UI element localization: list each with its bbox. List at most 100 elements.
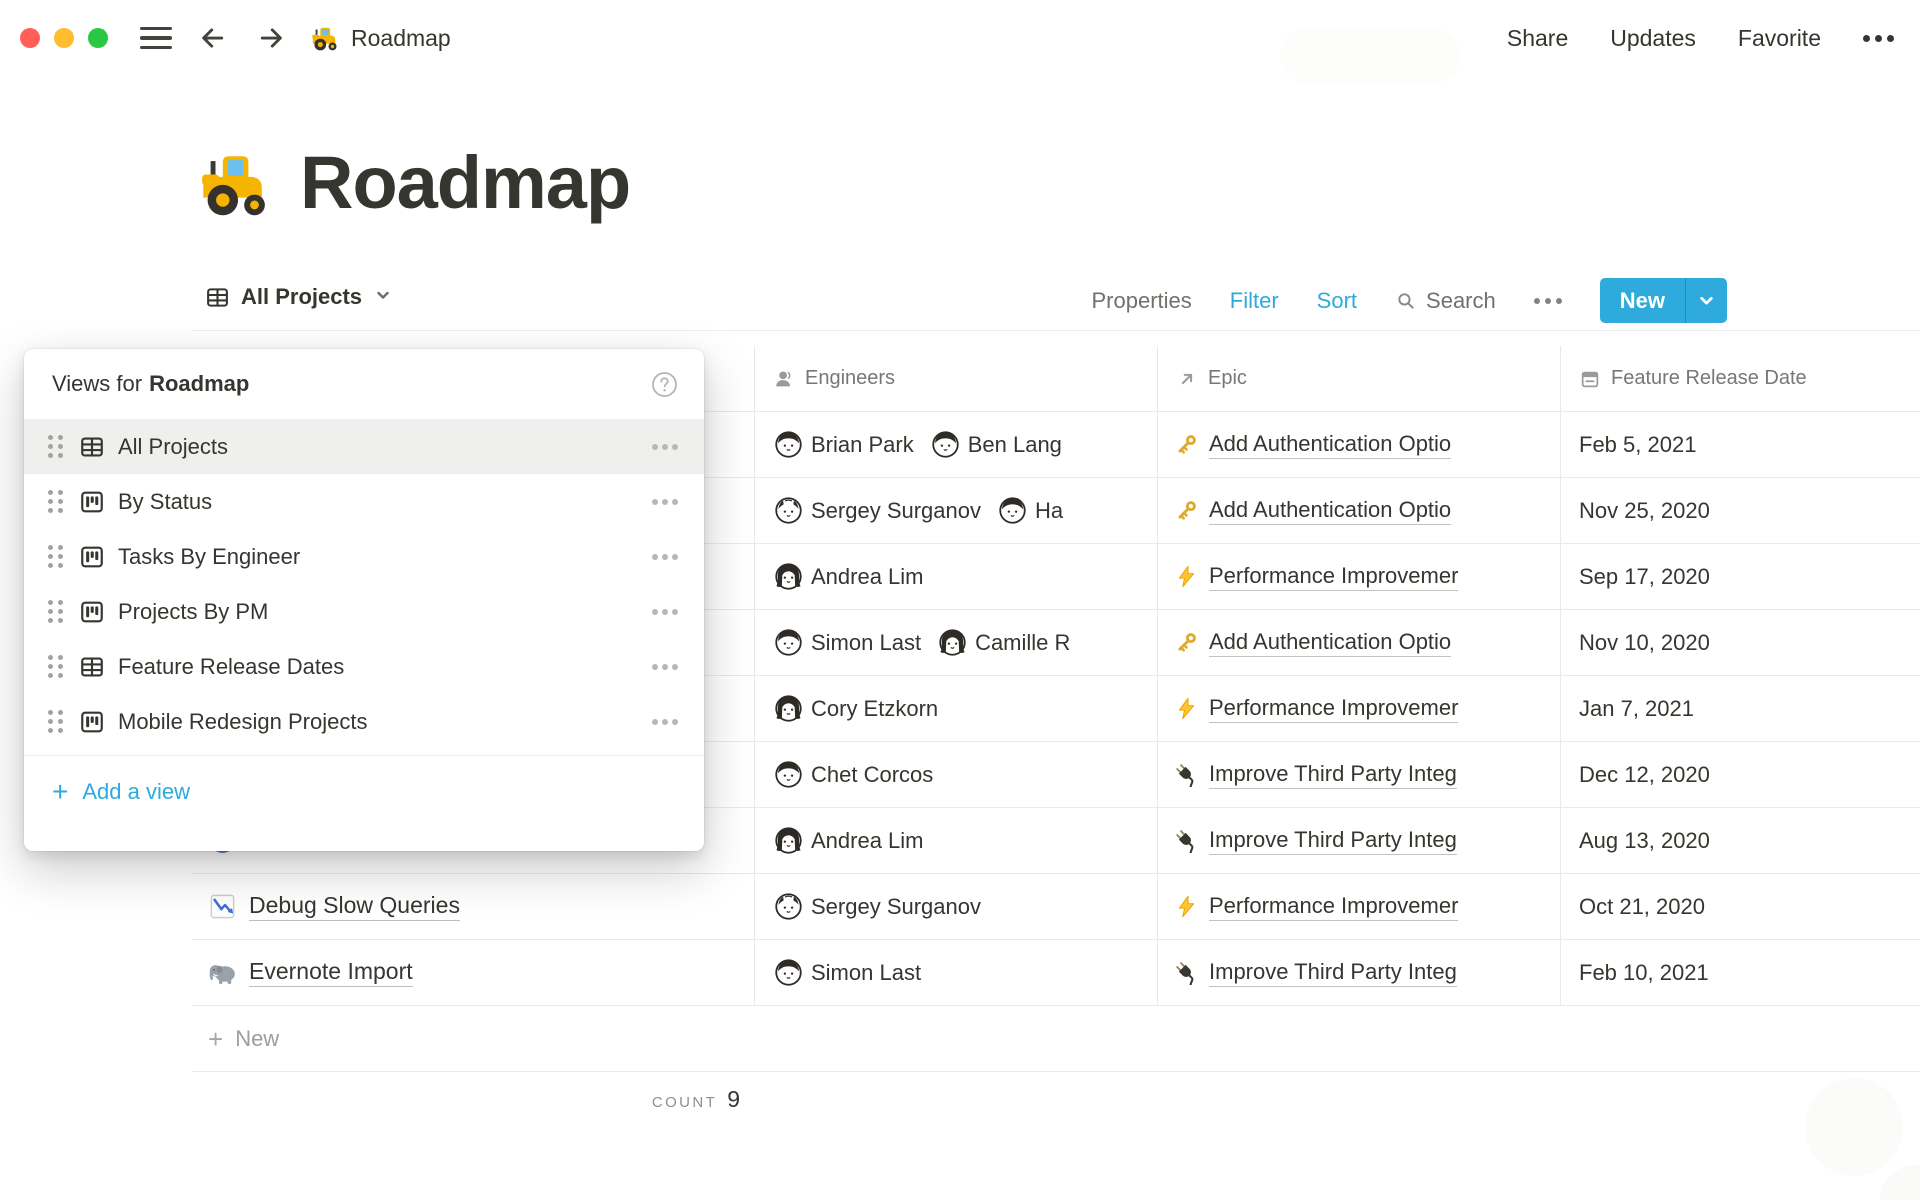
- view-selector[interactable]: All Projects: [205, 284, 391, 310]
- add-view-button[interactable]: + Add a view: [52, 778, 190, 806]
- filter-button[interactable]: Filter: [1230, 288, 1279, 314]
- view-item-more-icon[interactable]: [652, 719, 678, 725]
- plug-icon: [1174, 960, 1199, 985]
- engineer-chip: Simon Last: [775, 629, 921, 656]
- view-item-tasks-by-engineer[interactable]: Tasks By Engineer: [24, 529, 704, 584]
- release-date-cell[interactable]: Nov 10, 2020: [1561, 610, 1920, 676]
- engineer-name: Chet Corcos: [811, 762, 933, 788]
- epic-cell[interactable]: Improve Third Party Integ: [1158, 742, 1561, 808]
- drag-handle-icon[interactable]: [48, 655, 63, 679]
- page-title[interactable]: Roadmap: [300, 140, 630, 225]
- forward-arrow-icon[interactable]: [254, 21, 288, 55]
- engineers-cell[interactable]: Sergey Surganov Ha: [755, 478, 1158, 544]
- epic-cell[interactable]: Add Authentication Optio: [1158, 412, 1561, 478]
- sidebar-menu-icon[interactable]: [140, 27, 172, 49]
- more-options-icon[interactable]: [1863, 35, 1894, 42]
- new-button-dropdown[interactable]: [1685, 278, 1727, 323]
- drag-handle-icon[interactable]: [48, 710, 63, 734]
- view-item-all-projects[interactable]: All Projects: [24, 419, 704, 474]
- engineer-chip: Camille R: [939, 629, 1070, 656]
- drag-handle-icon[interactable]: [48, 545, 63, 569]
- view-item-more-icon[interactable]: [652, 444, 678, 450]
- favorite-button[interactable]: Favorite: [1738, 25, 1821, 52]
- search-button[interactable]: Search: [1395, 288, 1496, 314]
- project-link[interactable]: Evernote Import: [249, 958, 413, 987]
- project-cell[interactable]: Evernote Import: [192, 940, 755, 1006]
- engineers-cell[interactable]: Cory Etzkorn: [755, 676, 1158, 742]
- release-date-cell[interactable]: Sep 17, 2020: [1561, 544, 1920, 610]
- epic-link[interactable]: Add Authentication Optio: [1209, 629, 1451, 657]
- zoom-window-button[interactable]: [88, 28, 108, 48]
- project-link[interactable]: Debug Slow Queries: [249, 892, 460, 921]
- engineers-cell[interactable]: Andrea Lim: [755, 808, 1158, 874]
- view-item-feature-release-dates[interactable]: Feature Release Dates: [24, 639, 704, 694]
- engineer-chip: Andrea Lim: [775, 563, 924, 590]
- column-header-engineers[interactable]: Engineers: [755, 346, 1158, 412]
- epic-cell[interactable]: Add Authentication Optio: [1158, 610, 1561, 676]
- view-item-more-icon[interactable]: [652, 664, 678, 670]
- drag-handle-icon[interactable]: [48, 490, 63, 514]
- release-date-cell[interactable]: Dec 12, 2020: [1561, 742, 1920, 808]
- view-item-projects-by-pm[interactable]: Projects By PM: [24, 584, 704, 639]
- epic-cell[interactable]: Performance Improvemer: [1158, 676, 1561, 742]
- add-view-label: Add a view: [82, 779, 190, 805]
- epic-cell[interactable]: Performance Improvemer: [1158, 544, 1561, 610]
- view-item-label: Projects By PM: [118, 599, 268, 625]
- drag-handle-icon[interactable]: [48, 600, 63, 624]
- minimize-window-button[interactable]: [54, 28, 74, 48]
- release-date-cell[interactable]: Feb 5, 2021: [1561, 412, 1920, 478]
- column-header-release-date[interactable]: Feature Release Date: [1561, 346, 1920, 412]
- epic-link[interactable]: Improve Third Party Integ: [1209, 827, 1457, 855]
- engineers-cell[interactable]: Brian Park Ben Lang: [755, 412, 1158, 478]
- epic-link[interactable]: Improve Third Party Integ: [1209, 761, 1457, 789]
- view-item-more-icon[interactable]: [652, 499, 678, 505]
- new-button-label[interactable]: New: [1600, 278, 1685, 323]
- engineers-cell[interactable]: Andrea Lim: [755, 544, 1158, 610]
- view-item-mobile-redesign-projects[interactable]: Mobile Redesign Projects: [24, 694, 704, 749]
- breadcrumb[interactable]: Roadmap: [310, 23, 451, 53]
- toolbar-more-icon[interactable]: [1534, 298, 1562, 304]
- epic-cell[interactable]: Improve Third Party Integ: [1158, 808, 1561, 874]
- share-button[interactable]: Share: [1507, 25, 1568, 52]
- release-date-cell[interactable]: Nov 25, 2020: [1561, 478, 1920, 544]
- engineer-chip: Andrea Lim: [775, 827, 924, 854]
- search-label: Search: [1426, 288, 1496, 314]
- engineer-name: Ben Lang: [968, 432, 1062, 458]
- epic-cell[interactable]: Performance Improvemer: [1158, 874, 1561, 940]
- close-window-button[interactable]: [20, 28, 40, 48]
- engineers-cell[interactable]: Chet Corcos: [755, 742, 1158, 808]
- release-date-cell[interactable]: Oct 21, 2020: [1561, 874, 1920, 940]
- engineers-cell[interactable]: Simon Last: [755, 940, 1158, 1006]
- updates-button[interactable]: Updates: [1610, 25, 1696, 52]
- engineers-cell[interactable]: Simon Last Camille R: [755, 610, 1158, 676]
- question-circle-icon[interactable]: [651, 371, 678, 398]
- view-item-more-icon[interactable]: [652, 609, 678, 615]
- engineer-name: Simon Last: [811, 630, 921, 656]
- epic-cell[interactable]: Improve Third Party Integ: [1158, 940, 1561, 1006]
- column-label: Feature Release Date: [1611, 367, 1807, 390]
- epic-link[interactable]: Performance Improvemer: [1209, 695, 1458, 723]
- epic-link[interactable]: Add Authentication Optio: [1209, 497, 1451, 525]
- back-arrow-icon[interactable]: [196, 21, 230, 55]
- release-date-cell[interactable]: Jan 7, 2021: [1561, 676, 1920, 742]
- chevron-down-icon: [1698, 292, 1715, 309]
- release-date-cell[interactable]: Aug 13, 2020: [1561, 808, 1920, 874]
- view-item-more-icon[interactable]: [652, 554, 678, 560]
- view-item-label: Mobile Redesign Projects: [118, 709, 367, 735]
- engineers-cell[interactable]: Sergey Surganov: [755, 874, 1158, 940]
- view-item-by-status[interactable]: By Status: [24, 474, 704, 529]
- tractor-emoji-icon[interactable]: [196, 144, 274, 222]
- sort-button[interactable]: Sort: [1317, 288, 1357, 314]
- epic-link[interactable]: Performance Improvemer: [1209, 893, 1458, 921]
- new-row-button[interactable]: + New: [192, 1006, 1920, 1072]
- column-header-epic[interactable]: Epic: [1158, 346, 1561, 412]
- epic-link[interactable]: Performance Improvemer: [1209, 563, 1458, 591]
- epic-link[interactable]: Add Authentication Optio: [1209, 431, 1451, 459]
- epic-link[interactable]: Improve Third Party Integ: [1209, 959, 1457, 987]
- properties-button[interactable]: Properties: [1092, 288, 1192, 314]
- epic-cell[interactable]: Add Authentication Optio: [1158, 478, 1561, 544]
- project-cell[interactable]: Debug Slow Queries: [192, 874, 755, 940]
- drag-handle-icon[interactable]: [48, 435, 63, 459]
- release-date-cell[interactable]: Feb 10, 2021: [1561, 940, 1920, 1006]
- avatar: [932, 431, 959, 458]
